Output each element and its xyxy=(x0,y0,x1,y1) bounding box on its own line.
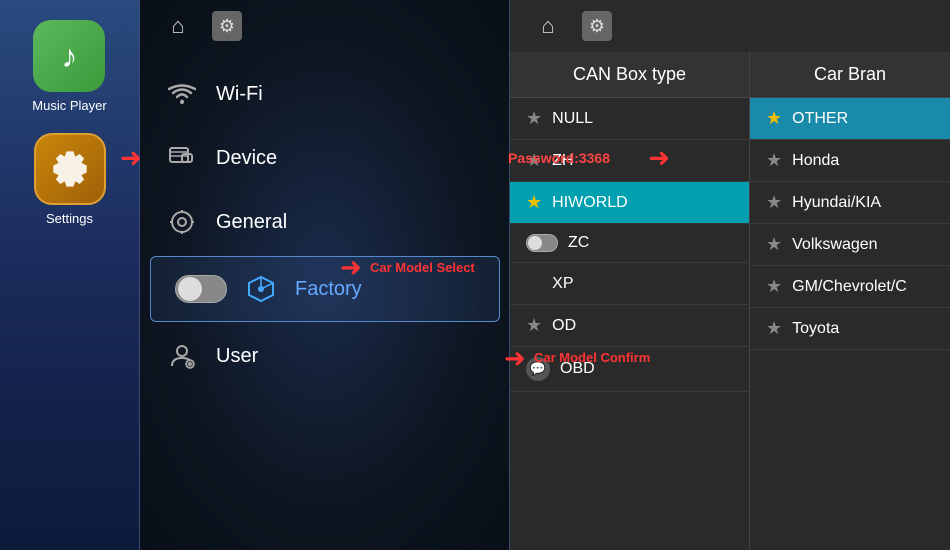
null-label: NULL xyxy=(552,110,593,128)
device-icon xyxy=(164,140,200,176)
factory-icon xyxy=(243,271,279,307)
carbrand-column: Car Bran ★ OTHER ★ Honda ★ Hyundai/KIA ★… xyxy=(750,52,950,550)
star-hyundai: ★ xyxy=(766,192,782,213)
settings-app[interactable]: Settings xyxy=(34,133,106,226)
canbox-item-od[interactable]: ★ OD xyxy=(510,305,749,347)
star-xp: ★ xyxy=(526,273,542,294)
canbox-item-zc[interactable]: ZC xyxy=(510,224,749,263)
canbox-item-hiworld[interactable]: ★ HIWORLD xyxy=(510,182,749,224)
password-hint: Password:3368 xyxy=(508,150,610,166)
right-home-button[interactable]: ⌂ xyxy=(530,8,566,44)
toyota-label: Toyota xyxy=(792,320,839,338)
music-player-icon-box: ♪ xyxy=(33,20,105,92)
volkswagen-label: Volkswagen xyxy=(792,236,877,254)
music-player-app[interactable]: ♪ Music Player xyxy=(32,20,106,113)
right-home-icon: ⌂ xyxy=(541,13,554,39)
menu-item-wifi[interactable]: Wi-Fi xyxy=(140,62,510,126)
menu-item-user[interactable]: User xyxy=(140,324,510,388)
zc-label: ZC xyxy=(568,234,589,252)
honda-label: Honda xyxy=(792,152,839,170)
canbox-column: CAN Box type ★ NULL ★ ZH ★ HIWORLD xyxy=(510,52,750,550)
brand-gm[interactable]: ★ GM/Chevrolet/C xyxy=(750,266,950,308)
sidebar: ♪ Music Player Settings xyxy=(0,0,140,550)
center-topbar: ⌂ ⚙ xyxy=(140,0,510,52)
canbox-item-null[interactable]: ★ NULL xyxy=(510,98,749,140)
settings-menu: Wi-Fi ➜ Device Password:3368 ➜ xyxy=(140,52,510,550)
hyundai-label: Hyundai/KIA xyxy=(792,194,881,212)
settings-button[interactable]: ⚙ xyxy=(212,11,242,41)
settings-icon-box xyxy=(34,133,106,205)
right-topbar: ⌂ ⚙ xyxy=(510,0,950,52)
brand-hyundai[interactable]: ★ Hyundai/KIA xyxy=(750,182,950,224)
settings-gear-icon xyxy=(48,147,92,191)
zc-toggle[interactable] xyxy=(526,234,558,252)
menu-general-label: General xyxy=(216,211,287,234)
device-arrow: ➜ xyxy=(120,143,142,174)
user-icon xyxy=(164,338,200,374)
obd-label: OBD xyxy=(560,360,595,378)
menu-factory-label: Factory xyxy=(295,278,362,301)
right-columns: CAN Box type ★ NULL ★ ZH ★ HIWORLD xyxy=(510,52,950,550)
star-volkswagen: ★ xyxy=(766,234,782,255)
factory-toggle[interactable] xyxy=(175,275,227,303)
music-note-icon: ♪ xyxy=(61,38,77,75)
right-settings-button[interactable]: ⚙ xyxy=(582,11,612,41)
settings-label: Settings xyxy=(46,211,93,226)
star-gm: ★ xyxy=(766,276,782,297)
brand-honda[interactable]: ★ Honda xyxy=(750,140,950,182)
star-honda: ★ xyxy=(766,150,782,171)
star-od: ★ xyxy=(526,315,542,336)
other-label: OTHER xyxy=(792,110,848,128)
gear-icon: ⚙ xyxy=(219,16,235,37)
star-other: ★ xyxy=(766,108,782,129)
speech-bubble-icon: 💬 xyxy=(526,357,550,381)
home-button[interactable]: ⌂ xyxy=(160,8,196,44)
canbox-item-obd[interactable]: 💬 OBD xyxy=(510,347,749,392)
canbox-header: CAN Box type xyxy=(510,52,749,98)
center-panel: ⌂ ⚙ Wi-Fi xyxy=(140,0,510,550)
home-icon: ⌂ xyxy=(171,13,184,39)
zc-toggle-knob xyxy=(528,236,542,250)
star-null: ★ xyxy=(526,108,542,129)
menu-item-device[interactable]: ➜ Device Password:3368 ➜ xyxy=(140,126,510,190)
menu-device-label: Device xyxy=(216,147,277,170)
device-arrow2: ➜ xyxy=(648,143,670,174)
canbox-item-xp[interactable]: ★ XP xyxy=(510,263,749,305)
general-icon xyxy=(164,204,200,240)
right-panel: ⌂ ⚙ CAN Box type ★ NULL ★ ZH ★ xyxy=(510,0,950,550)
star-toyota: ★ xyxy=(766,318,782,339)
brand-other[interactable]: ★ OTHER xyxy=(750,98,950,140)
wifi-icon xyxy=(164,76,200,112)
menu-wifi-label: Wi-Fi xyxy=(216,83,263,106)
brand-volkswagen[interactable]: ★ Volkswagen xyxy=(750,224,950,266)
center-divider xyxy=(509,0,510,550)
menu-user-label: User xyxy=(216,345,258,368)
music-player-label: Music Player xyxy=(32,98,106,113)
star-hiworld: ★ xyxy=(526,192,542,213)
od-label: OD xyxy=(552,317,576,335)
toggle-knob xyxy=(178,277,202,301)
xp-label: XP xyxy=(552,275,573,293)
menu-item-factory[interactable]: Factory xyxy=(150,256,500,322)
carbrand-header: Car Bran xyxy=(750,52,950,98)
right-gear-icon: ⚙ xyxy=(589,16,605,37)
hiworld-label: HIWORLD xyxy=(552,194,628,212)
brand-toyota[interactable]: ★ Toyota xyxy=(750,308,950,350)
menu-item-general[interactable]: General xyxy=(140,190,510,254)
gm-label: GM/Chevrolet/C xyxy=(792,278,907,296)
